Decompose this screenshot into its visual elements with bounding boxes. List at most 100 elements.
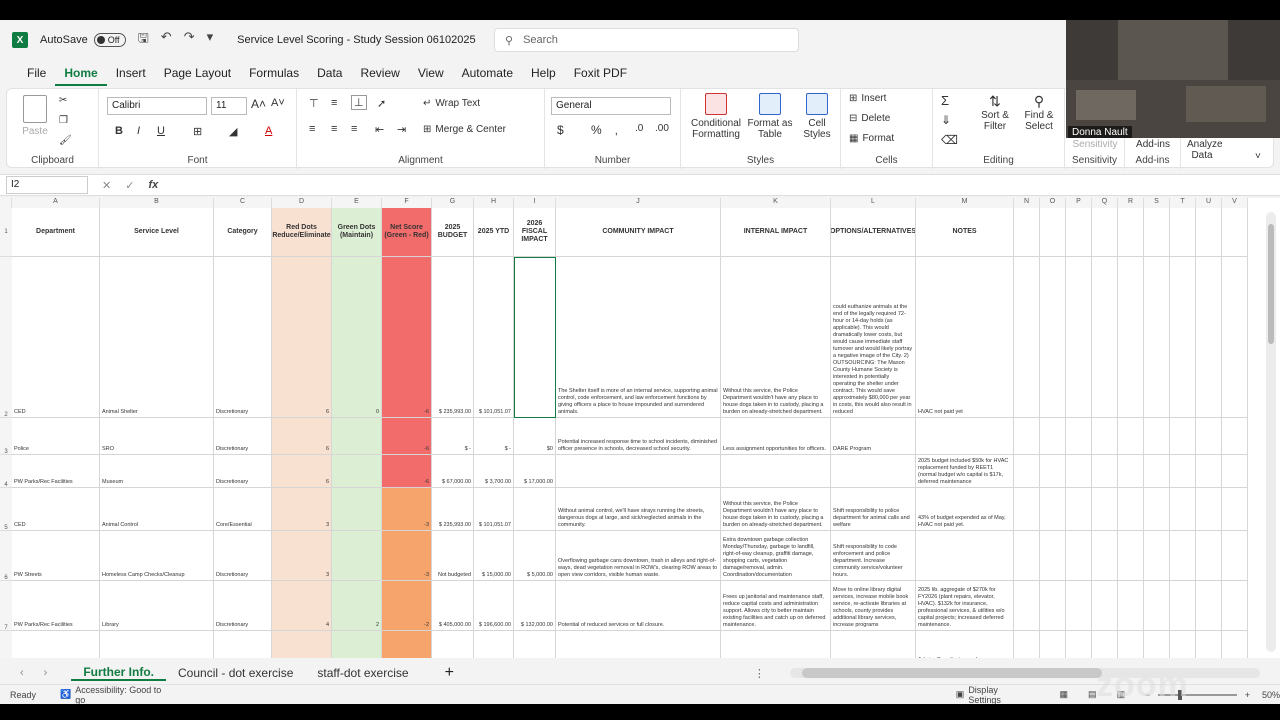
font-size-select[interactable]: 11 [211, 97, 247, 115]
cell-red[interactable]: 6 [272, 418, 332, 455]
cell-ytd[interactable]: $ 101,051.07 [474, 488, 514, 531]
fx-icon[interactable]: fx [148, 179, 158, 191]
empty-cell[interactable] [1222, 208, 1248, 257]
increase-decimal-icon[interactable]: .0 [635, 123, 643, 134]
cell-red[interactable]: 3 [272, 531, 332, 581]
display-settings-button[interactable]: Display Settings [968, 685, 1031, 705]
sort-filter-button[interactable]: ⇅ Sort & Filter [977, 93, 1013, 132]
cell-cat[interactable]: Core/Essential [214, 488, 272, 531]
scrollbar-thumb[interactable] [802, 668, 1102, 678]
empty-cell[interactable] [1040, 418, 1066, 455]
empty-cell[interactable] [1066, 488, 1092, 531]
autosum-icon[interactable]: Σ [941, 93, 949, 108]
empty-cell[interactable] [1222, 581, 1248, 631]
wrap-text-button[interactable]: ↵ Wrap Text [423, 98, 480, 109]
empty-cell[interactable] [1092, 531, 1118, 581]
find-select-button[interactable]: ⚲ Find & Select [1019, 93, 1059, 132]
empty-cell[interactable] [1170, 488, 1196, 531]
tab-data[interactable]: Data [308, 60, 351, 86]
empty-cell[interactable] [1092, 418, 1118, 455]
column-header[interactable]: F [382, 198, 432, 208]
fill-color-icon[interactable]: ◢ [229, 125, 237, 138]
empty-cell[interactable] [1014, 208, 1040, 257]
copy-icon[interactable]: ❐ [59, 115, 68, 126]
cell-budget[interactable]: $ - [432, 418, 474, 455]
cell-red[interactable]: 3 [272, 488, 332, 531]
cell-net[interactable]: -6 [382, 257, 432, 418]
normal-view-icon[interactable]: ▦ [1060, 689, 1069, 700]
empty-cell[interactable] [1014, 531, 1040, 581]
cell-dept[interactable]: PW Parks/Rec Facilities [12, 581, 100, 631]
cell-internal[interactable] [721, 455, 831, 488]
cell-options[interactable]: Shift responsibility to police departmen… [831, 488, 916, 531]
empty-cell[interactable] [1144, 208, 1170, 257]
zoom-in-icon[interactable]: + [1245, 690, 1250, 700]
empty-cell[interactable] [1196, 581, 1222, 631]
cell-green[interactable] [332, 488, 382, 531]
column-header[interactable]: C [214, 198, 272, 208]
cell-ytd[interactable]: $ 15,000.00 [474, 531, 514, 581]
cell-net[interactable]: -6 [382, 418, 432, 455]
merge-center-button[interactable]: ⊞ Merge & Center [423, 124, 506, 135]
tab-file[interactable]: File [18, 60, 55, 86]
cell-service[interactable]: SRO [100, 418, 214, 455]
cell-budget[interactable]: $ 405,000.00 [432, 581, 474, 631]
empty-cell[interactable] [1222, 531, 1248, 581]
cell-styles-button[interactable]: Cell Styles [797, 93, 837, 140]
sheet-tab-council[interactable]: Council - dot exercise [166, 666, 305, 680]
empty-cell[interactable] [1170, 257, 1196, 418]
paste-button[interactable]: Paste [17, 95, 53, 137]
empty-cell[interactable] [1170, 631, 1196, 658]
cell-net[interactable]: -3 [382, 531, 432, 581]
empty-cell[interactable] [1118, 257, 1144, 418]
search-box[interactable]: ⚲ Search [494, 28, 799, 52]
tab-review[interactable]: Review [351, 60, 408, 86]
row-header[interactable]: 1 [0, 208, 12, 257]
cell-net[interactable]: -6 [382, 455, 432, 488]
add-sheet-icon[interactable]: + [445, 664, 454, 682]
column-header[interactable]: G [432, 198, 474, 208]
tab-foxit-pdf[interactable]: Foxit PDF [565, 60, 636, 86]
cell-ytd[interactable]: $ 3,700.00 [474, 455, 514, 488]
cell-internal[interactable] [721, 631, 831, 658]
sheet-tab-staff[interactable]: staff-dot exercise [305, 666, 420, 680]
cell-cat[interactable]: Core/Essential [214, 631, 272, 658]
cell-red[interactable]: 6 [272, 455, 332, 488]
cell-fiscal[interactable]: $ 132,000.00 [514, 581, 556, 631]
column-header[interactable]: U [1196, 198, 1222, 208]
delete-cells-button[interactable]: ⊟ Delete [849, 113, 890, 124]
horizontal-scrollbar[interactable] [790, 668, 1260, 678]
bold-button[interactable]: B [115, 125, 123, 137]
cell-service[interactable]: Customer Service Assistance to the Publi… [100, 631, 214, 658]
cell-green[interactable] [332, 531, 382, 581]
tab-formulas[interactable]: Formulas [240, 60, 308, 86]
orientation-icon[interactable]: ➚ [377, 97, 386, 110]
sensitivity-button[interactable]: Sensitivity [1071, 139, 1119, 150]
increase-font-icon[interactable]: A˄ [251, 97, 266, 111]
empty-cell[interactable] [1118, 208, 1144, 257]
prev-sheet-icon[interactable]: ‹ [20, 667, 24, 679]
empty-cell[interactable] [1170, 418, 1196, 455]
cell-green[interactable]: 2 [332, 581, 382, 631]
cancel-icon[interactable]: ✕ [102, 179, 111, 192]
empty-cell[interactable] [1066, 631, 1092, 658]
align-top-icon[interactable]: ⊤ [309, 97, 319, 110]
clear-icon[interactable]: ⌫ [941, 133, 958, 147]
increase-indent-icon[interactable]: ⇥ [397, 123, 406, 136]
cell-options[interactable]: could euthanize animals at the end of th… [831, 257, 916, 418]
empty-cell[interactable] [1014, 631, 1040, 658]
cell-dept[interactable]: Court [12, 631, 100, 658]
insert-cells-button[interactable]: ⊞ Insert [849, 93, 886, 104]
cell-service[interactable]: Library [100, 581, 214, 631]
empty-cell[interactable] [1144, 631, 1170, 658]
column-header[interactable]: H [474, 198, 514, 208]
cell-red[interactable]: 4 [272, 581, 332, 631]
conditional-formatting-button[interactable]: Conditional Formatting [687, 93, 745, 140]
cell-cat[interactable]: Discretionary [214, 531, 272, 581]
row-header[interactable]: 6 [0, 531, 12, 581]
column-header[interactable]: V [1222, 198, 1248, 208]
cell-fiscal[interactable] [514, 488, 556, 531]
italic-button[interactable]: I [137, 125, 140, 137]
cell-community[interactable]: Potential increased response time to sch… [556, 418, 721, 455]
empty-cell[interactable] [1014, 257, 1040, 418]
